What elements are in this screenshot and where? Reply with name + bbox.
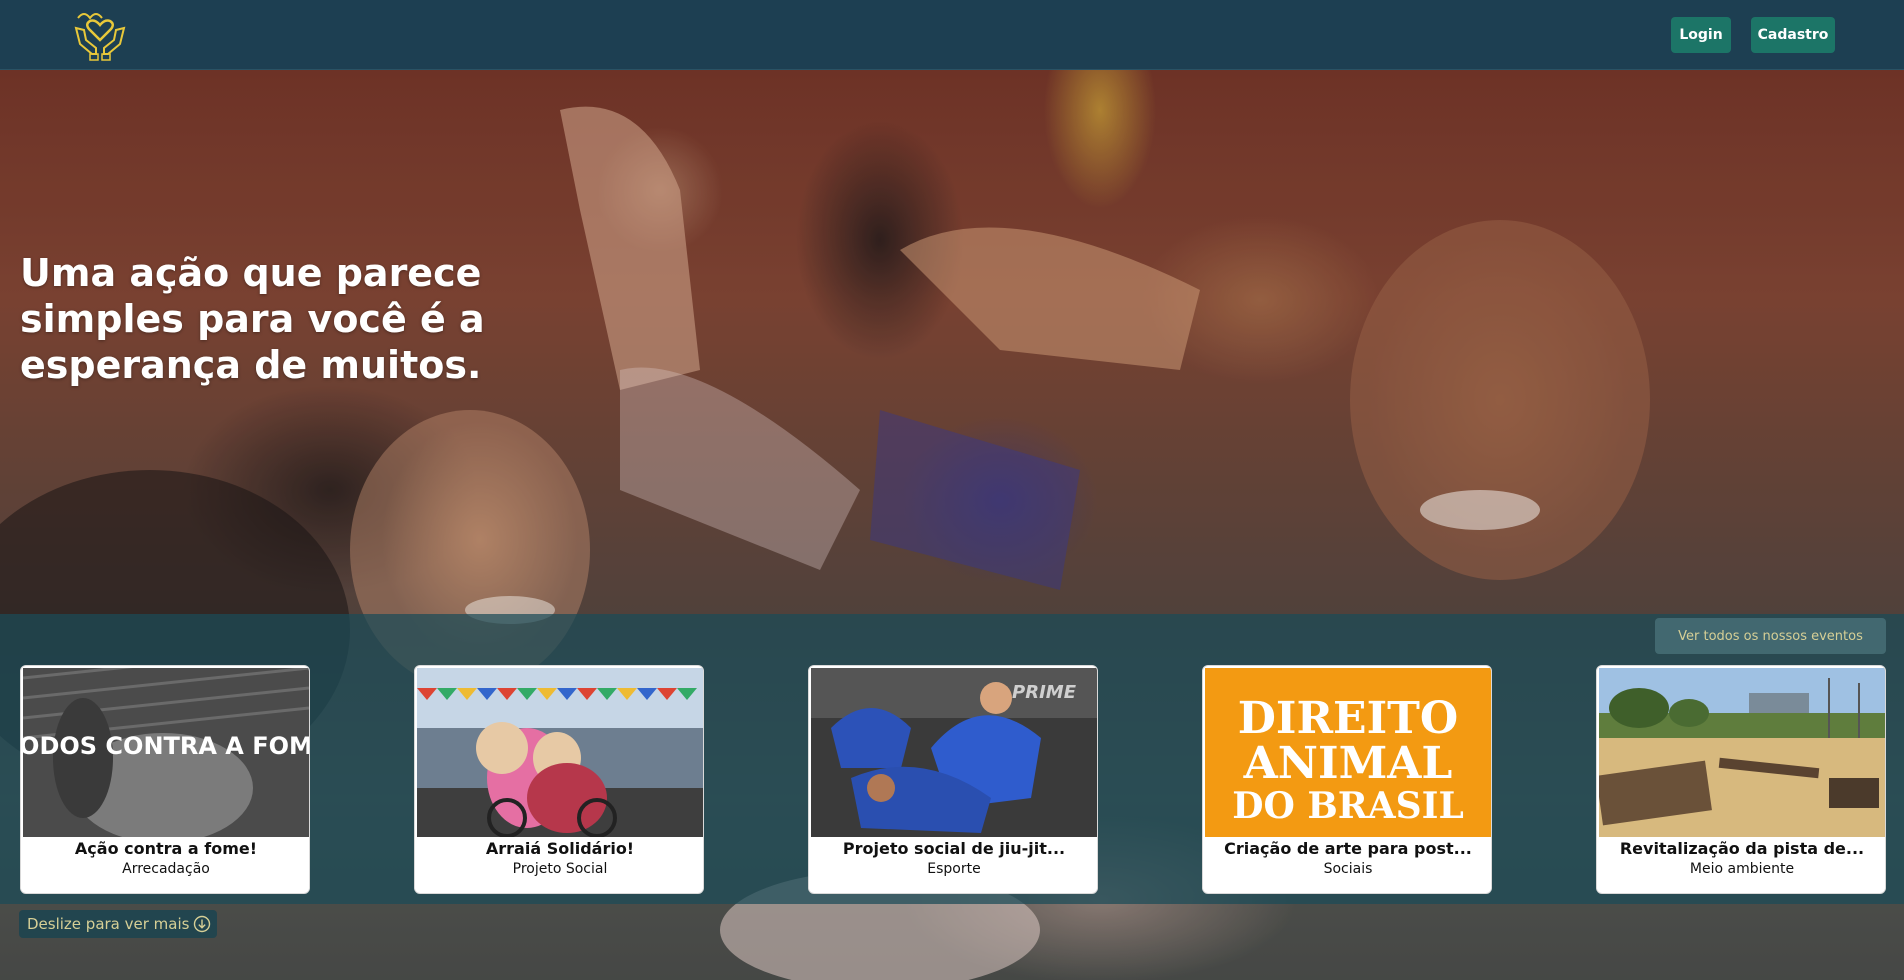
top-navbar: Login Cadastro — [0, 0, 1904, 70]
event-card[interactable]: Revitalização da pista de... Meio ambien… — [1596, 665, 1886, 894]
see-all-events-button[interactable]: Ver todos os nossos eventos — [1655, 618, 1886, 654]
event-card-category: Projeto Social — [512, 861, 608, 877]
event-card-image: TODOS CONTRA A FOME — [23, 668, 309, 837]
card-image-caption-line-1: DIREITO — [1238, 693, 1459, 744]
card-image-caption-line-2: ANIMAL — [1243, 738, 1453, 789]
event-card-title: Arraiá Solidário! — [485, 839, 635, 858]
event-card-image — [417, 668, 703, 837]
card-image-caption: TODOS CONTRA A FOME — [23, 732, 309, 760]
event-card[interactable]: TODOS CONTRA A FOME Ação contra a fome! … — [20, 665, 310, 894]
event-card[interactable]: DIREITO ANIMAL DO BRASIL Criação de arte… — [1202, 665, 1492, 894]
event-card-title: Projeto social de jiu-jit... — [842, 839, 1066, 858]
event-card-title: Revitalização da pista de... — [1619, 839, 1865, 858]
event-card[interactable]: PRIME Projeto social de jiu-jit... Espor… — [808, 665, 1098, 894]
card-image-caption: PRIME — [1012, 682, 1077, 703]
scroll-hint[interactable]: Deslize para ver mais — [19, 910, 218, 938]
arrow-down-circle-icon — [194, 915, 211, 933]
login-button[interactable]: Login — [1671, 17, 1731, 53]
event-card-image: PRIME — [811, 668, 1097, 837]
event-card-title: Ação contra a fome! — [74, 839, 258, 858]
event-card[interactable]: Arraiá Solidário! Projeto Social — [414, 665, 704, 894]
hands-heart-logo-icon — [74, 13, 126, 61]
event-card-image: DIREITO ANIMAL DO BRASIL — [1205, 668, 1491, 837]
hero-title: Uma ação que parece simples para você é … — [20, 251, 485, 387]
event-card-category: Arrecadação — [122, 861, 210, 877]
card-image-caption-line-3: DO BRASIL — [1232, 785, 1464, 827]
logo[interactable] — [70, 8, 130, 62]
event-card-category: Sociais — [1323, 861, 1373, 877]
scroll-hint-label: Deslize para ver mais — [27, 915, 190, 933]
event-card-category: Meio ambiente — [1689, 861, 1795, 877]
event-card-title: Criação de arte para post... — [1224, 839, 1472, 858]
event-card-category: Esporte — [927, 861, 981, 877]
event-card-image — [1599, 668, 1885, 837]
signup-button[interactable]: Cadastro — [1751, 17, 1835, 53]
